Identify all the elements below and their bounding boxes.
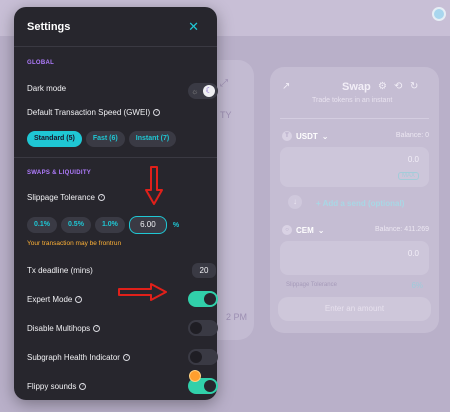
chevron-down-icon: ⌄ [317, 225, 325, 235]
moon-icon: ☾ [203, 85, 215, 97]
swap-slippage-value: 6% [411, 281, 423, 290]
max-button[interactable]: MAX [397, 172, 419, 180]
expert-mode-row: Expert Mode ? [27, 295, 83, 304]
amount-to-field[interactable]: 0.0 [280, 241, 429, 275]
speed-instant-button[interactable]: Instant (7) [128, 131, 177, 147]
subgraph-label: Subgraph Health Indicator [27, 353, 120, 362]
gear-icon[interactable]: ⚙ [378, 81, 387, 92]
speed-row: Default Transaction Speed (GWEI) ? [27, 108, 161, 117]
speed-fast-button[interactable]: Fast (6) [85, 131, 125, 147]
divider [14, 157, 217, 158]
section-global: GLOBAL [27, 60, 55, 66]
tx-deadline-row: Tx deadline (mins) [27, 266, 93, 275]
toggle-knob [190, 322, 202, 334]
speed-options: Standard (5) Fast (6) Instant (7) [27, 131, 177, 147]
swap-slippage-row: Slippage Tolerance 6% [286, 281, 423, 290]
history-icon[interactable]: ⟲ [394, 81, 402, 92]
modal-title: Settings [27, 21, 71, 33]
swap-title: Swap [342, 81, 371, 93]
help-icon[interactable]: ? [122, 354, 130, 361]
switch-direction-button[interactable]: ↓ [288, 195, 302, 209]
settings-modal: Settings ✕ GLOBAL Dark mode ☼ ☾ Default … [14, 7, 218, 400]
slippage-row: Slippage Tolerance ? [27, 193, 105, 202]
flippy-label: Flippy sounds [27, 382, 77, 391]
token-to-select[interactable]: ○ CEM ⌄ [282, 225, 324, 235]
help-icon[interactable]: ? [153, 109, 161, 116]
swap-panel: ↗ Swap ⚙ ⟲ ↻ Trade tokens in an instant … [270, 67, 439, 333]
dark-mode-toggle[interactable]: ☼ ☾ [188, 83, 218, 99]
expand-icon[interactable]: ⤢ [220, 78, 228, 89]
chart-time-label: 2 PM [226, 312, 248, 322]
toggle-knob [190, 351, 202, 363]
divider [280, 118, 429, 119]
chevron-down-icon: ⌄ [321, 131, 329, 141]
slippage-0-1-button[interactable]: 0.1% [27, 217, 57, 233]
speed-standard-button[interactable]: Standard (5) [27, 131, 82, 147]
section-swaps: SWAPS & LIQUIDITY [27, 170, 92, 176]
help-icon[interactable]: ? [93, 325, 101, 332]
tx-deadline-label: Tx deadline (mins) [27, 266, 93, 275]
disable-multihops-row: Disable Multihops ? [27, 324, 101, 333]
disable-multihops-toggle[interactable] [188, 320, 218, 336]
annotation-arrow-right-icon [118, 283, 167, 301]
help-icon[interactable]: ? [79, 383, 87, 390]
tx-deadline-input[interactable]: 20 [192, 263, 216, 278]
dark-mode-row: Dark mode [27, 84, 66, 93]
refresh-icon[interactable]: ↻ [410, 81, 418, 92]
token-to-label: CEM [296, 225, 314, 235]
add-send-link[interactable]: + Add a send (optional) [316, 199, 404, 208]
token-icon: T [282, 131, 292, 141]
swap-subtitle: Trade tokens in an instant [312, 97, 393, 104]
slippage-1-0-button[interactable]: 1.0% [94, 217, 125, 233]
avatar[interactable] [432, 7, 446, 21]
chart-toggle-icon[interactable]: ↗ [282, 81, 290, 92]
sun-icon: ☼ [191, 86, 199, 96]
slippage-options: 0.1% 0.5% 1.0% 6.00 % [27, 216, 179, 234]
dark-mode-label: Dark mode [27, 84, 67, 93]
help-icon[interactable]: ? [75, 296, 83, 303]
flippy-icon [189, 370, 201, 382]
close-icon[interactable]: ✕ [188, 19, 199, 35]
chart-ty-label: TY [220, 110, 232, 120]
percent-label: % [172, 221, 180, 229]
subgraph-row: Subgraph Health Indicator ? [27, 353, 130, 362]
slippage-0-5-button[interactable]: 0.5% [60, 217, 91, 233]
speed-label: Default Transaction Speed (GWEI) [27, 108, 151, 117]
token-from-label: USDT [296, 131, 318, 141]
annotation-arrow-down-icon [145, 166, 163, 205]
disable-multihops-label: Disable Multihops [27, 324, 91, 333]
expert-mode-label: Expert Mode [27, 295, 73, 304]
expert-mode-toggle[interactable] [188, 291, 218, 307]
help-icon[interactable]: ? [97, 194, 105, 201]
flippy-row: Flippy sounds ? [27, 382, 87, 391]
toggle-knob [204, 293, 216, 305]
slippage-input[interactable]: 6.00 [128, 216, 167, 234]
balance-from: Balance: 0 [395, 132, 429, 139]
balance-to: Balance: 411.269 [375, 226, 429, 233]
token-from-select[interactable]: T USDT ⌄ [282, 131, 328, 141]
toggle-knob [204, 380, 216, 392]
amount-from-field[interactable]: 0.0 MAX [280, 147, 429, 187]
divider [14, 46, 217, 47]
slippage-label: Slippage Tolerance [27, 193, 95, 202]
amount-from-value: 0.0 [407, 155, 419, 164]
subgraph-toggle[interactable] [188, 349, 218, 365]
token-icon: ○ [282, 225, 292, 235]
frontrun-warning: Your transaction may be frontrun [27, 240, 122, 247]
amount-to-value: 0.0 [407, 249, 419, 258]
enter-amount-button[interactable]: Enter an amount [278, 297, 431, 321]
swap-slippage-label: Slippage Tolerance [286, 282, 337, 288]
